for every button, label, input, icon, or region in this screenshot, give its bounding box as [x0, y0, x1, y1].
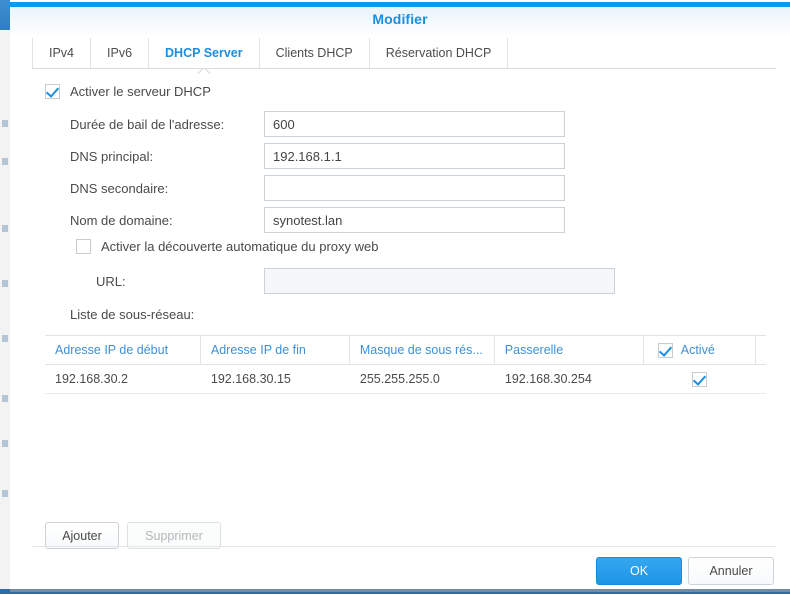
column-header-label: Masque de sous rés... — [359, 343, 483, 357]
enable-dhcp-label: Activer le serveur DHCP — [70, 84, 211, 99]
tab-bar: IPv4 IPv6 DHCP Server Clients DHCP Réser… — [32, 38, 509, 68]
background-list-icon — [2, 395, 8, 402]
column-header-filler — [756, 336, 766, 364]
column-header-end-ip[interactable]: Adresse IP de fin — [201, 336, 350, 364]
cell-start-ip: 192.168.30.2 — [55, 372, 128, 386]
column-header-label: Activé — [680, 343, 715, 357]
enable-dhcp-row[interactable]: Activer le serveur DHCP — [45, 84, 211, 99]
select-all-checkbox[interactable] — [657, 342, 673, 358]
dns-primary-input[interactable] — [264, 143, 565, 169]
proxy-url-input[interactable] — [264, 268, 615, 294]
column-header-label: Passerelle — [504, 343, 564, 357]
taskbar-inner — [10, 589, 790, 592]
cell-netmask: 255.255.255.0 — [359, 372, 440, 386]
table-row[interactable]: 192.168.30.2 192.168.30.15 255.255.255.0… — [45, 365, 766, 394]
background-window-titlebar — [0, 0, 10, 30]
domain-name-input[interactable] — [264, 207, 565, 233]
column-header-label: Adresse IP de début — [55, 343, 169, 357]
tab-dhcp-server[interactable]: DHCP Server — [149, 38, 260, 68]
proxy-autodiscovery-label: Activer la découverte automatique du pro… — [101, 239, 379, 254]
subnet-list-label: Liste de sous-réseau: — [70, 307, 195, 322]
background-list-icon — [2, 490, 8, 497]
background-list-icon — [2, 120, 8, 127]
background-list-icon — [2, 158, 8, 165]
dialog-title: Modifier — [372, 11, 428, 27]
enable-dhcp-checkbox[interactable] — [45, 84, 60, 99]
dns-secondary-label: DNS secondaire: — [70, 181, 169, 196]
subnet-table: Adresse IP de début Adresse IP de fin Ma… — [45, 335, 766, 394]
proxy-url-label: URL: — [96, 274, 126, 289]
column-header-gateway[interactable]: Passerelle — [495, 336, 644, 364]
cell-gateway: 192.168.30.254 — [504, 372, 592, 386]
tab-label: IPv4 — [49, 46, 75, 60]
cancel-button[interactable]: Annuler — [688, 557, 774, 585]
tab-label: IPv6 — [107, 46, 133, 60]
column-header-enabled[interactable]: Activé — [644, 336, 756, 364]
add-button[interactable]: Ajouter — [45, 522, 119, 549]
tab-ipv6[interactable]: IPv6 — [91, 38, 150, 68]
tab-reservation-dhcp[interactable]: Réservation DHCP — [370, 38, 509, 68]
modify-network-dialog: Modifier IPv4 IPv6 DHCP Server Clients D… — [10, 0, 790, 594]
row-enabled-checkbox[interactable] — [692, 371, 708, 387]
background-list-icon — [2, 280, 8, 287]
ok-button[interactable]: OK — [596, 557, 682, 585]
proxy-autodiscovery-row[interactable]: Activer la découverte automatique du pro… — [76, 239, 379, 254]
tab-ipv4[interactable]: IPv4 — [32, 38, 92, 68]
cell-filler — [756, 365, 766, 393]
background-list-icon — [2, 335, 8, 342]
tab-clients-dhcp[interactable]: Clients DHCP — [260, 38, 370, 68]
subnet-table-header: Adresse IP de début Adresse IP de fin Ma… — [45, 336, 766, 365]
proxy-autodiscovery-checkbox[interactable] — [76, 239, 91, 254]
lease-time-input[interactable] — [264, 111, 565, 137]
dhcp-server-panel: Activer le serveur DHCP Durée de bail de… — [32, 68, 776, 549]
cell-enabled[interactable] — [644, 365, 756, 393]
dns-secondary-input[interactable] — [264, 175, 565, 201]
delete-button[interactable]: Supprimer — [127, 522, 221, 549]
lease-time-label: Durée de bail de l'adresse: — [70, 117, 225, 132]
column-header-netmask[interactable]: Masque de sous rés... — [350, 336, 495, 364]
background-list-icon — [2, 225, 8, 232]
background-list-icon — [2, 440, 8, 447]
tab-label: Réservation DHCP — [385, 46, 492, 60]
dns-primary-label: DNS principal: — [70, 149, 154, 164]
tab-label: Clients DHCP — [275, 46, 353, 60]
column-header-start-ip[interactable]: Adresse IP de début — [45, 336, 201, 364]
cell-end-ip: 192.168.30.15 — [210, 372, 291, 386]
domain-name-label: Nom de domaine: — [70, 213, 173, 228]
column-header-label: Adresse IP de fin — [210, 343, 306, 357]
footer-divider — [32, 546, 776, 547]
desktop-taskbar — [0, 589, 790, 594]
tab-label: DHCP Server — [165, 46, 243, 60]
